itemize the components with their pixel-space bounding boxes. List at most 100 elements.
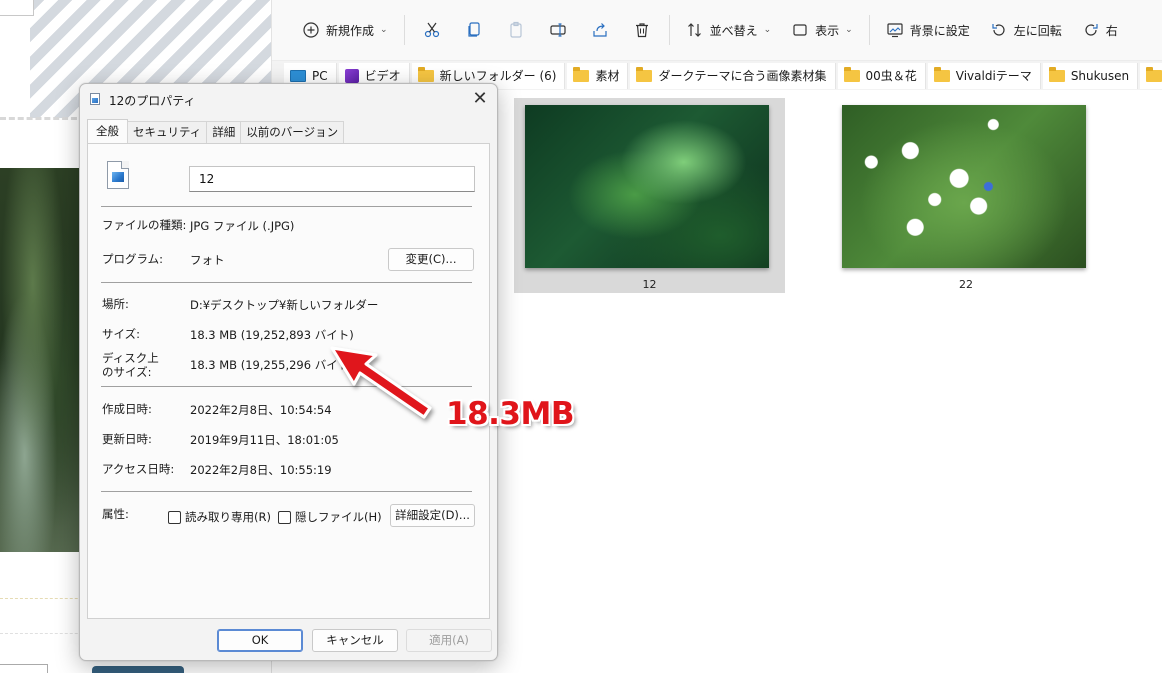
background-button [92,666,184,673]
command-bar: 新規作成 ⌄ 並べ替え ⌄ 表示 ⌄ 背景に設定 左に回転 右 [272,0,1162,60]
modified-label: 更新日時: [102,432,152,446]
folder-icon [636,66,653,82]
checkbox-box[interactable] [278,510,291,524]
file-name: 12 [642,278,657,291]
sort-icon [687,23,701,37]
disk-size-label-line1: ディスク上 [102,351,159,365]
size-label: サイズ: [102,327,141,341]
rotate-right-label: 右 [1105,23,1118,38]
quick-item-label: 新しいフォルダー (6) [439,69,557,83]
rotate-left-icon [992,24,1005,36]
quick-item-folder[interactable]: ダークテーマに合う画像素材集 [630,62,836,89]
accessed-value: 2022年2月8日、10:55:19 [190,463,332,477]
file-type-label: ファイルの種類: [102,218,187,232]
quick-item-label: PC [312,68,328,83]
tab-details[interactable]: 詳細 [206,121,242,143]
quick-item-folder[interactable]: 素材 [567,62,629,89]
accessed-label: アクセス日時: [102,462,175,476]
rotate-right-button[interactable]: 右 [1072,10,1128,50]
set-background-button[interactable]: 背景に設定 [876,10,980,50]
cut-button[interactable] [411,10,453,50]
location-value: D:¥デスクトップ¥新しいフォルダー [190,298,379,312]
checkbox-box[interactable] [168,510,181,524]
background-box [0,0,34,16]
quick-item-label: ビデオ [364,69,401,83]
new-button[interactable]: 新規作成 ⌄ [292,10,398,50]
folder-icon [933,66,950,82]
folder-icon [1146,66,1162,82]
trash-icon [635,23,648,38]
dialog-titlebar[interactable]: 12のプロパティ ✕ [80,84,497,114]
image-thumbnail [842,105,1086,268]
file-type-value: JPG ファイル (.JPG) [190,219,295,233]
disk-size-label-line2: のサイズ: [102,365,152,379]
copy-button[interactable] [453,10,495,50]
share-button[interactable] [579,10,621,50]
dialog-tabs: 全般 セキュリティ 詳細 以前のバージョン [87,119,345,143]
dialog-title: 12のプロパティ [109,94,196,108]
image-thumbnail [525,105,769,268]
folder-icon [417,66,434,82]
quick-item-folder[interactable]: Shukusen [1042,62,1139,89]
image-file-icon [107,161,129,189]
sort-button[interactable]: 並べ替え ⌄ [676,10,782,50]
tab-previous-versions[interactable]: 以前のバージョン [240,121,345,143]
rotate-left-label: 左に回転 [1013,23,1062,38]
tab-security[interactable]: セキュリティ [127,121,208,143]
divider [101,491,472,492]
plus-circle-icon [303,22,319,38]
rotate-left-button[interactable]: 左に回転 [980,10,1072,50]
close-icon[interactable]: ✕ [469,88,491,110]
apply-button[interactable]: 適用(A) [406,629,492,652]
program-value: フォト [190,253,225,267]
background-input [0,664,48,673]
view-label: 表示 [815,23,840,38]
annotation-arrow-icon [330,346,432,419]
view-button[interactable]: 表示 ⌄ [781,10,863,50]
disk-size-label: ディスク上 のサイズ: [102,351,159,379]
divider [101,282,472,283]
quick-item-label: Vivaldiテーマ [955,69,1032,83]
share-icon [592,23,607,37]
hidden-checkbox[interactable]: 隠しファイル(H) [278,509,382,525]
image-file-icon [90,93,100,105]
copy-icon [467,22,480,37]
change-program-button[interactable]: 変更(C)... [388,248,474,271]
attributes-label: 属性: [102,507,129,521]
wallpaper-icon [887,23,903,38]
view-icon [793,24,807,36]
file-item[interactable]: 22 [830,98,1102,293]
advanced-button[interactable]: 詳細設定(D)... [390,504,475,527]
set-background-label: 背景に設定 [909,23,970,38]
sort-label: 並べ替え [709,23,758,38]
scissors-icon [424,22,439,38]
file-name: 22 [959,278,973,291]
quick-item-label: Shukusen [1070,68,1130,83]
chevron-down-icon: ⌄ [380,25,388,35]
annotation-label: 18.3MB [446,396,574,432]
readonly-label: 読み取り専用(R) [185,510,271,524]
toolbar-separator [868,15,870,45]
cancel-button[interactable]: キャンセル [312,629,398,652]
hidden-label: 隠しファイル(H) [295,510,382,524]
quick-item-label: 00虫＆花 [865,69,917,83]
file-item[interactable]: 12 [514,98,785,293]
program-label: プログラム: [102,252,164,266]
pc-icon [290,69,306,82]
ok-button[interactable]: OK [217,629,303,652]
rename-button[interactable] [537,10,579,50]
toolbar-separator [668,15,670,45]
quick-item-folder[interactable] [1140,62,1162,89]
file-name-input[interactable] [189,166,475,192]
chevron-down-icon: ⌄ [763,25,772,35]
created-value: 2022年2月8日、10:54:54 [190,403,332,417]
tab-general[interactable]: 全般 [87,119,128,143]
readonly-checkbox[interactable]: 読み取り専用(R) [168,509,271,525]
quick-item-folder[interactable]: Vivaldiテーマ [927,62,1041,89]
folder-icon [1048,66,1065,82]
quick-item-folder[interactable]: 00虫＆花 [837,62,926,89]
new-label: 新規作成 [326,23,375,38]
folder-icon [843,66,860,82]
delete-button[interactable] [621,10,663,50]
paste-button[interactable] [495,10,537,50]
